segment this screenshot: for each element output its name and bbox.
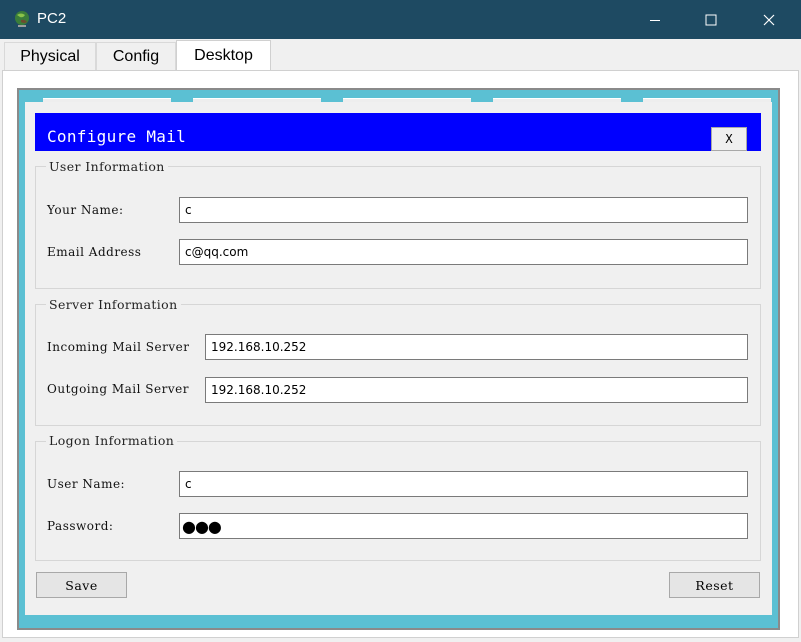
- user-name-label: User Name:: [47, 477, 126, 491]
- email-address-label: Email Address: [47, 245, 142, 259]
- incoming-mail-server-label: Incoming Mail Server: [47, 340, 190, 354]
- tab-config[interactable]: Config: [96, 42, 176, 71]
- user-name-input[interactable]: c: [179, 471, 748, 497]
- minimize-icon: [650, 19, 660, 21]
- logon-information-legend: Logon Information: [46, 433, 178, 448]
- email-address-input[interactable]: c@qq.com: [179, 239, 748, 265]
- outgoing-mail-server-label: Outgoing Mail Server: [47, 382, 189, 396]
- reset-button[interactable]: Reset: [669, 572, 760, 598]
- password-label: Password:: [47, 519, 114, 533]
- your-name-input[interactable]: c: [179, 197, 748, 223]
- pc-globe-icon: [12, 9, 32, 29]
- dialog-close-button[interactable]: X: [711, 127, 747, 151]
- logon-information-group: [35, 441, 761, 561]
- close-icon: [763, 14, 775, 25]
- incoming-mail-server-input[interactable]: 192.168.10.252: [205, 334, 748, 360]
- user-information-legend: User Information: [46, 159, 168, 174]
- your-name-label: Your Name:: [47, 203, 124, 217]
- server-information-group: [35, 304, 761, 426]
- dialog-title: Configure Mail: [47, 127, 187, 146]
- tab-desktop[interactable]: Desktop: [176, 40, 271, 71]
- tab-strip: Physical Config Desktop: [0, 39, 801, 71]
- window-titlebar: PC2: [0, 0, 801, 39]
- minimize-button[interactable]: [632, 0, 678, 39]
- server-information-legend: Server Information: [46, 297, 181, 312]
- password-input[interactable]: ●●●: [179, 513, 748, 539]
- maximize-icon: [705, 14, 717, 25]
- close-window-button[interactable]: [746, 0, 792, 39]
- save-button[interactable]: Save: [36, 572, 127, 598]
- tab-physical[interactable]: Physical: [4, 42, 96, 71]
- window-title: PC2: [37, 10, 67, 27]
- user-information-group: [35, 166, 761, 289]
- outgoing-mail-server-input[interactable]: 192.168.10.252: [205, 377, 748, 403]
- maximize-button[interactable]: [688, 0, 734, 39]
